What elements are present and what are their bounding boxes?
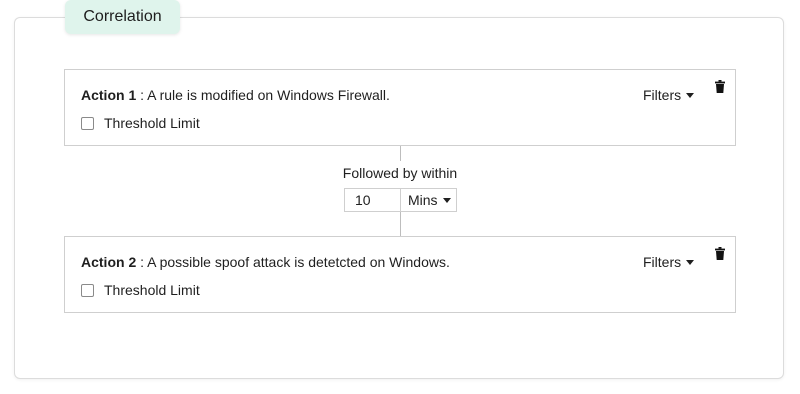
action-separator: : — [136, 254, 148, 270]
action-description: A possible spoof attack is detetcted on … — [147, 254, 450, 270]
correlation-tab[interactable]: Correlation — [65, 0, 180, 34]
threshold-limit-row[interactable]: Threshold Limit — [81, 115, 200, 131]
action-card-1: Action 1 : A rule is modified on Windows… — [64, 69, 736, 146]
trash-icon[interactable] — [715, 80, 725, 93]
connector-line-top — [400, 146, 401, 161]
action-description: A rule is modified on Windows Firewall. — [147, 87, 390, 103]
threshold-limit-checkbox[interactable] — [81, 283, 94, 297]
connector-line-bottom — [400, 212, 401, 236]
time-unit-select[interactable]: Mins — [401, 188, 457, 212]
threshold-limit-row[interactable]: Threshold Limit — [81, 282, 200, 298]
action-card-2: Action 2 : A possible spoof attack is de… — [64, 236, 736, 313]
correlation-page: Correlation Action 1 : A rule is modifie… — [0, 0, 800, 394]
threshold-limit-label: Threshold Limit — [104, 282, 200, 298]
trash-icon[interactable] — [715, 247, 725, 260]
action-name: Action 1 — [81, 87, 137, 103]
filters-label: Filters — [643, 87, 682, 103]
threshold-limit-label: Threshold Limit — [104, 115, 200, 131]
caret-down-icon — [686, 260, 695, 265]
followed-by-label: Followed by within — [342, 165, 458, 181]
filters-dropdown[interactable]: Filters — [643, 87, 695, 103]
action-separator: : — [136, 87, 148, 103]
caret-down-icon — [686, 93, 695, 98]
action-name: Action 2 — [81, 254, 137, 270]
threshold-limit-checkbox[interactable] — [81, 116, 94, 130]
action-title: Action 2 : A possible spoof attack is de… — [81, 254, 450, 270]
filters-label: Filters — [643, 254, 682, 270]
caret-down-icon — [442, 198, 451, 203]
time-window-input[interactable]: 10 — [344, 188, 401, 212]
action-title: Action 1 : A rule is modified on Windows… — [81, 87, 390, 103]
correlation-tab-label: Correlation — [83, 8, 162, 25]
filters-dropdown[interactable]: Filters — [643, 254, 695, 270]
time-unit-label: Mins — [408, 192, 438, 208]
